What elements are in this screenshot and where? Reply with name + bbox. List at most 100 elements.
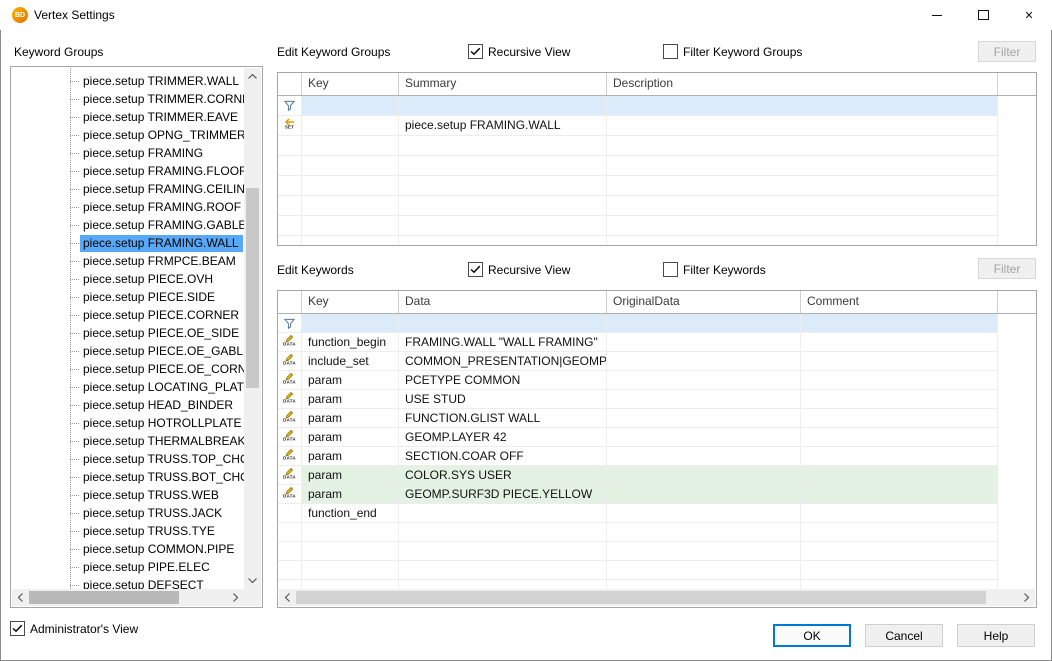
cell-summary[interactable]: [399, 176, 607, 196]
empty-row[interactable]: [278, 156, 1036, 176]
cell-data[interactable]: [399, 523, 607, 542]
cell-data[interactable]: [399, 504, 607, 523]
cell-comment[interactable]: [801, 561, 998, 580]
cell-data[interactable]: GEOMP.SURF3D PIECE.YELLOW: [399, 485, 607, 504]
cell-data[interactable]: FUNCTION.GLIST WALL: [399, 409, 607, 428]
column-header-originaldata[interactable]: OriginalData: [607, 291, 801, 313]
cell-data[interactable]: COLOR.SYS USER: [399, 466, 607, 485]
cell-key[interactable]: [302, 156, 399, 176]
tree-item[interactable]: piece.setup THERMALBREAK: [12, 432, 244, 450]
cell-comment[interactable]: [801, 409, 998, 428]
tree-item[interactable]: piece.setup PIECE.SIDE: [12, 288, 244, 306]
cell-key[interactable]: param: [302, 447, 399, 466]
empty-row[interactable]: [278, 136, 1036, 156]
tree-horizontal-scrollbar[interactable]: [12, 589, 244, 606]
empty-row[interactable]: [278, 196, 1036, 216]
tree-item[interactable]: piece.setup FRAMING.GABLE: [12, 216, 244, 234]
cell-originaldata[interactable]: [607, 523, 801, 542]
cell-key[interactable]: param: [302, 466, 399, 485]
column-header-data[interactable]: Data: [399, 291, 607, 313]
cell-description[interactable]: [607, 136, 998, 156]
cell-comment[interactable]: [801, 371, 998, 390]
tree-item[interactable]: piece.setup TRUSS.TYE: [12, 522, 244, 540]
cell-comment[interactable]: [801, 542, 998, 561]
cell-key[interactable]: param: [302, 409, 399, 428]
tree-item[interactable]: piece.setup PIPE.ELEC: [12, 558, 244, 576]
filter-keywords-checkbox[interactable]: Filter Keywords: [663, 262, 766, 277]
tree-item[interactable]: piece.setup TRIMMER.WALL: [12, 72, 244, 90]
tree-item[interactable]: piece.setup FRMPCE.BEAM: [12, 252, 244, 270]
cell-originaldata[interactable]: [607, 561, 801, 580]
tree-item[interactable]: piece.setup PIECE.OE_CORNER: [12, 360, 244, 378]
cell-comment[interactable]: [801, 428, 998, 447]
cell-description[interactable]: [607, 176, 998, 196]
tree-item[interactable]: piece.setup PIECE.CORNER: [12, 306, 244, 324]
cell-originaldata[interactable]: [607, 352, 801, 371]
tree-item[interactable]: piece.setup LOCATING_PLATE: [12, 378, 244, 396]
cell-description[interactable]: [607, 236, 998, 246]
tree-item[interactable]: piece.setup HOTROLLPLATE: [12, 414, 244, 432]
cell-key[interactable]: [302, 314, 399, 333]
cell-description[interactable]: [607, 116, 998, 136]
tree-item[interactable]: piece.setup PIECE.OVH: [12, 270, 244, 288]
cell-comment[interactable]: [801, 333, 998, 352]
cell-summary[interactable]: [399, 196, 607, 216]
cell-originaldata[interactable]: [607, 466, 801, 485]
cell-key[interactable]: param: [302, 485, 399, 504]
filter-row[interactable]: [278, 96, 1036, 116]
tree-item[interactable]: piece.setup FRAMING.WALL: [12, 234, 244, 252]
cell-comment[interactable]: [801, 447, 998, 466]
scroll-right-arrow[interactable]: [1018, 589, 1035, 606]
cell-originaldata[interactable]: [607, 409, 801, 428]
close-button[interactable]: ✕: [1006, 0, 1052, 30]
cell-key[interactable]: [302, 561, 399, 580]
tree-vertical-scrollbar[interactable]: [244, 68, 261, 589]
cell-originaldata[interactable]: [607, 390, 801, 409]
scroll-thumb[interactable]: [246, 188, 259, 388]
tree-item[interactable]: piece.setup TRIMMER.EAVE: [12, 108, 244, 126]
cell-key[interactable]: [302, 176, 399, 196]
cell-originaldata[interactable]: [607, 333, 801, 352]
column-header-key[interactable]: Key: [302, 73, 399, 95]
recursive-view-checkbox-groups[interactable]: Recursive View: [468, 44, 570, 59]
cell-key[interactable]: param: [302, 390, 399, 409]
cell-originaldata[interactable]: [607, 428, 801, 447]
cell-key[interactable]: [302, 96, 399, 116]
filter-row[interactable]: [278, 314, 1036, 333]
table-row[interactable]: SETpiece.setup FRAMING.WALL: [278, 116, 1036, 136]
cell-comment[interactable]: [801, 314, 998, 333]
scroll-left-arrow[interactable]: [279, 589, 296, 606]
titlebar[interactable]: BD Vertex Settings ✕: [0, 0, 1052, 30]
keywords-horizontal-scrollbar[interactable]: [279, 589, 1035, 606]
cell-originaldata[interactable]: [607, 371, 801, 390]
tree-item[interactable]: piece.setup TRUSS.JACK: [12, 504, 244, 522]
tree-item[interactable]: piece.setup COMMON.PIPE: [12, 540, 244, 558]
cell-summary[interactable]: [399, 156, 607, 176]
empty-row[interactable]: [278, 236, 1036, 246]
tree-item[interactable]: piece.setup PIECE.OE_SIDE: [12, 324, 244, 342]
table-row[interactable]: DATAparamSECTION.COAR OFF: [278, 447, 1036, 466]
cell-key[interactable]: [302, 523, 399, 542]
ok-button[interactable]: OK: [773, 624, 851, 647]
tree-item[interactable]: piece.setup TRUSS.WEB: [12, 486, 244, 504]
table-row[interactable]: DATAinclude_setCOMMON_PRESENTATION|GEOMP…: [278, 352, 1036, 371]
table-row[interactable]: DATAfunction_beginFRAMING.WALL "WALL FRA…: [278, 333, 1036, 352]
tree-item[interactable]: piece.setup PIECE.OE_GABLE: [12, 342, 244, 360]
cell-comment[interactable]: [801, 390, 998, 409]
cell-data[interactable]: USE STUD: [399, 390, 607, 409]
cell-originaldata[interactable]: [607, 485, 801, 504]
cell-data[interactable]: FRAMING.WALL "WALL FRAMING": [399, 333, 607, 352]
table-row[interactable]: DATAparamGEOMP.SURF3D PIECE.YELLOW: [278, 485, 1036, 504]
column-header-summary[interactable]: Summary: [399, 73, 607, 95]
cell-summary[interactable]: [399, 136, 607, 156]
cell-originaldata[interactable]: [607, 504, 801, 523]
column-header-comment[interactable]: Comment: [801, 291, 998, 313]
cell-key[interactable]: param: [302, 428, 399, 447]
tree-item[interactable]: piece.setup FRAMING: [12, 144, 244, 162]
filter-button-keywords[interactable]: Filter: [978, 258, 1036, 279]
scroll-thumb[interactable]: [296, 591, 986, 604]
scroll-up-arrow[interactable]: [244, 68, 261, 85]
cancel-button[interactable]: Cancel: [865, 624, 943, 647]
tree-item[interactable]: piece.setup OPNG_TRIMMER: [12, 126, 244, 144]
cell-data[interactable]: PCETYPE COMMON: [399, 371, 607, 390]
